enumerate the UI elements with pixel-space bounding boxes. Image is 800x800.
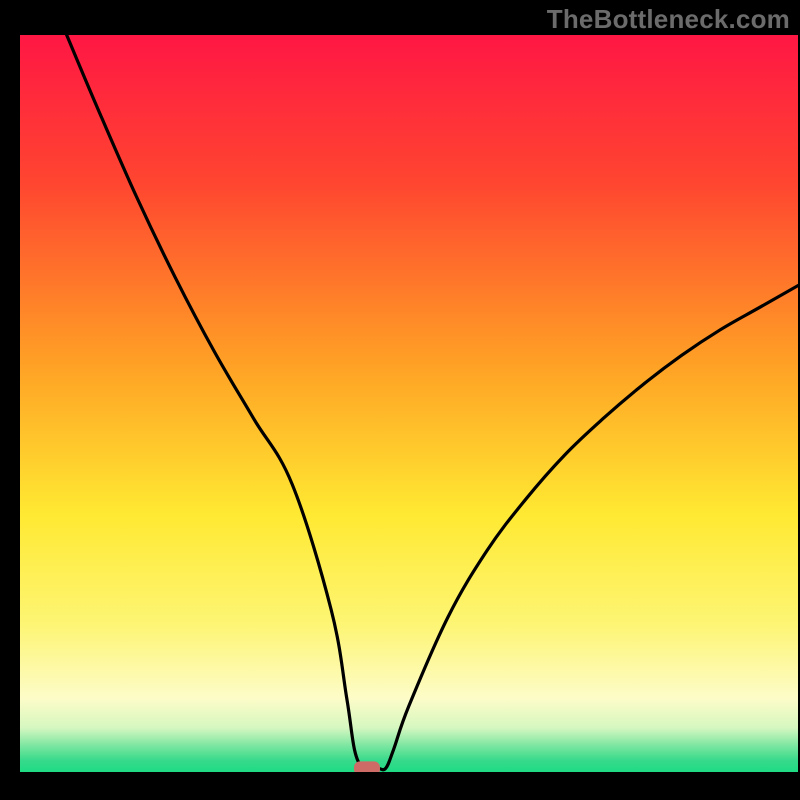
- optimal-marker: [354, 761, 380, 775]
- gradient-background: [20, 35, 798, 772]
- watermark-text: TheBottleneck.com: [547, 4, 790, 35]
- bottleneck-plot: [0, 0, 800, 800]
- chart-container: TheBottleneck.com: [0, 0, 800, 800]
